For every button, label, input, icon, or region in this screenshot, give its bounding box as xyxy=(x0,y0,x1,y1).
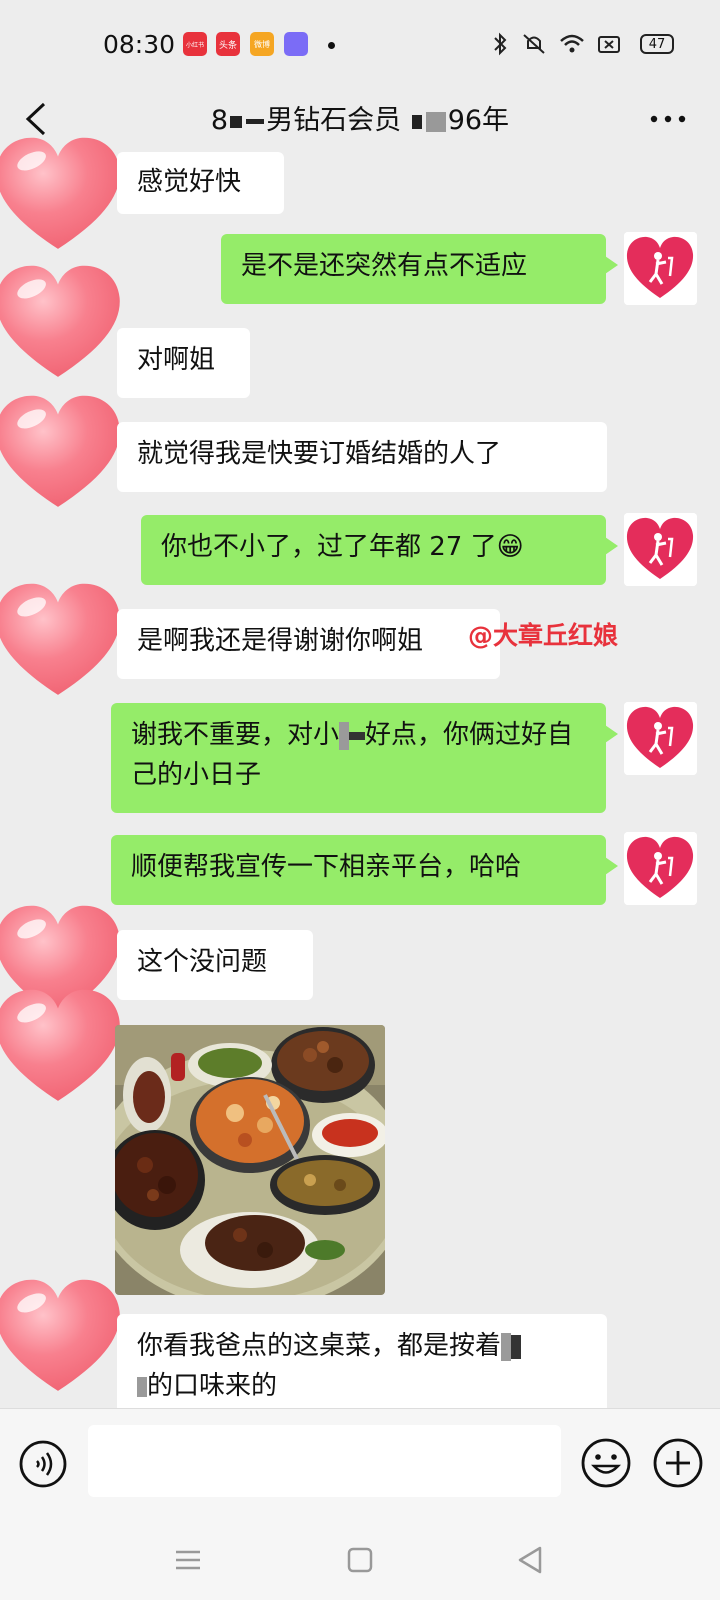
title-censor xyxy=(425,111,446,132)
message-text: 谢我不重要，对小 xyxy=(131,720,340,750)
text-censor xyxy=(339,721,350,750)
bluetooth-icon xyxy=(494,32,507,56)
more-notifications-dot xyxy=(328,42,335,49)
text-censor xyxy=(349,731,366,740)
message-text: 是啊我还是得谢谢你啊姐 xyxy=(137,626,424,656)
title-censor xyxy=(230,115,243,128)
status-time: 08:30 xyxy=(103,30,176,59)
my-avatar-icon[interactable] xyxy=(624,702,697,775)
message-text: 是不是还突然有点不适应 xyxy=(241,251,528,281)
back-nav-icon[interactable] xyxy=(514,1544,546,1576)
message-text: 对啊姐 xyxy=(137,345,216,375)
title-censor xyxy=(246,119,265,124)
heart-avatar-icon[interactable] xyxy=(0,134,124,256)
message-input[interactable] xyxy=(88,1425,561,1497)
heart-avatar-icon[interactable] xyxy=(0,1276,124,1398)
message-text: 顺便帮我宣传一下相亲平台，哈哈 xyxy=(131,852,522,882)
mute-bell-icon xyxy=(523,34,545,54)
heart-avatar-icon[interactable] xyxy=(0,262,124,384)
heart-avatar-icon[interactable] xyxy=(0,580,124,702)
weibo-app-icon: 微博 xyxy=(250,32,274,56)
message-text: 你也不小了，过了年都 27 了 xyxy=(161,532,497,562)
my-avatar-icon[interactable] xyxy=(624,232,697,305)
app-notification-icon xyxy=(284,32,308,56)
text-censor xyxy=(137,1376,147,1397)
heart-avatar-icon[interactable] xyxy=(0,986,124,1108)
title-censor xyxy=(411,114,422,129)
my-avatar-icon[interactable] xyxy=(624,832,697,905)
xiaohongshu-app-icon: 小红书 xyxy=(183,32,207,56)
message-bubble-incoming[interactable]: 对啊姐 xyxy=(117,328,250,398)
sim-x-icon xyxy=(598,36,620,53)
message-bubble-outgoing[interactable]: 你也不小了，过了年都 27 了😁 xyxy=(141,515,618,585)
watermark-text: @大章丘红娘 xyxy=(468,621,619,650)
battery-indicator: 47 xyxy=(640,34,674,54)
emoji-icon[interactable] xyxy=(580,1437,632,1489)
message-bubble-incoming[interactable]: 是啊我还是得谢谢你啊姐 xyxy=(117,609,500,679)
text-censor xyxy=(511,1334,522,1359)
food-photo xyxy=(115,1025,385,1295)
message-text: 这个没问题 xyxy=(137,947,268,977)
message-bubble-outgoing[interactable]: 是不是还突然有点不适应 xyxy=(221,234,618,304)
plus-icon[interactable] xyxy=(652,1437,704,1489)
message-text: 的口味来的 xyxy=(147,1371,278,1401)
heart-avatar-icon[interactable] xyxy=(0,392,124,514)
text-censor xyxy=(501,1332,512,1361)
message-text: 就觉得我是快要订婚结婚的人了 xyxy=(137,439,502,469)
menu-nav-icon[interactable] xyxy=(172,1544,204,1576)
message-text: 你看我爸点的这桌菜，都是按着 xyxy=(137,1331,502,1361)
system-nav-bar xyxy=(0,1520,720,1600)
message-text: 感觉好快 xyxy=(137,167,242,197)
my-avatar-icon[interactable] xyxy=(624,513,697,586)
voice-icon[interactable] xyxy=(18,1439,68,1489)
chat-title: 8 男钻石会员 96年 xyxy=(210,105,510,136)
wifi-icon xyxy=(560,34,584,53)
status-bar: 08:30 小红书 头条 微博 47 xyxy=(0,0,720,90)
grin-emoji-icon: 😁 xyxy=(496,532,524,562)
message-bubble-incoming[interactable]: 这个没问题 xyxy=(117,930,313,1000)
message-bubble-outgoing[interactable]: 谢我不重要，对小 好点，你俩过好自己的小日子 xyxy=(111,703,618,813)
toutiao-app-icon: 头条 xyxy=(216,32,240,56)
message-bubble-incoming[interactable]: 就觉得我是快要订婚结婚的人了 xyxy=(117,422,607,492)
chat-input-bar xyxy=(0,1408,720,1521)
message-bubble-outgoing[interactable]: 顺便帮我宣传一下相亲平台，哈哈 xyxy=(111,835,618,905)
food-photo-message[interactable] xyxy=(115,1025,385,1295)
home-nav-icon[interactable] xyxy=(344,1544,376,1576)
message-bubble-incoming[interactable]: 感觉好快 xyxy=(117,152,284,214)
message-bubble-incoming[interactable]: 你看我爸点的这桌菜，都是按着 的口味来的 xyxy=(117,1314,607,1408)
more-dots-icon[interactable] xyxy=(646,104,690,134)
